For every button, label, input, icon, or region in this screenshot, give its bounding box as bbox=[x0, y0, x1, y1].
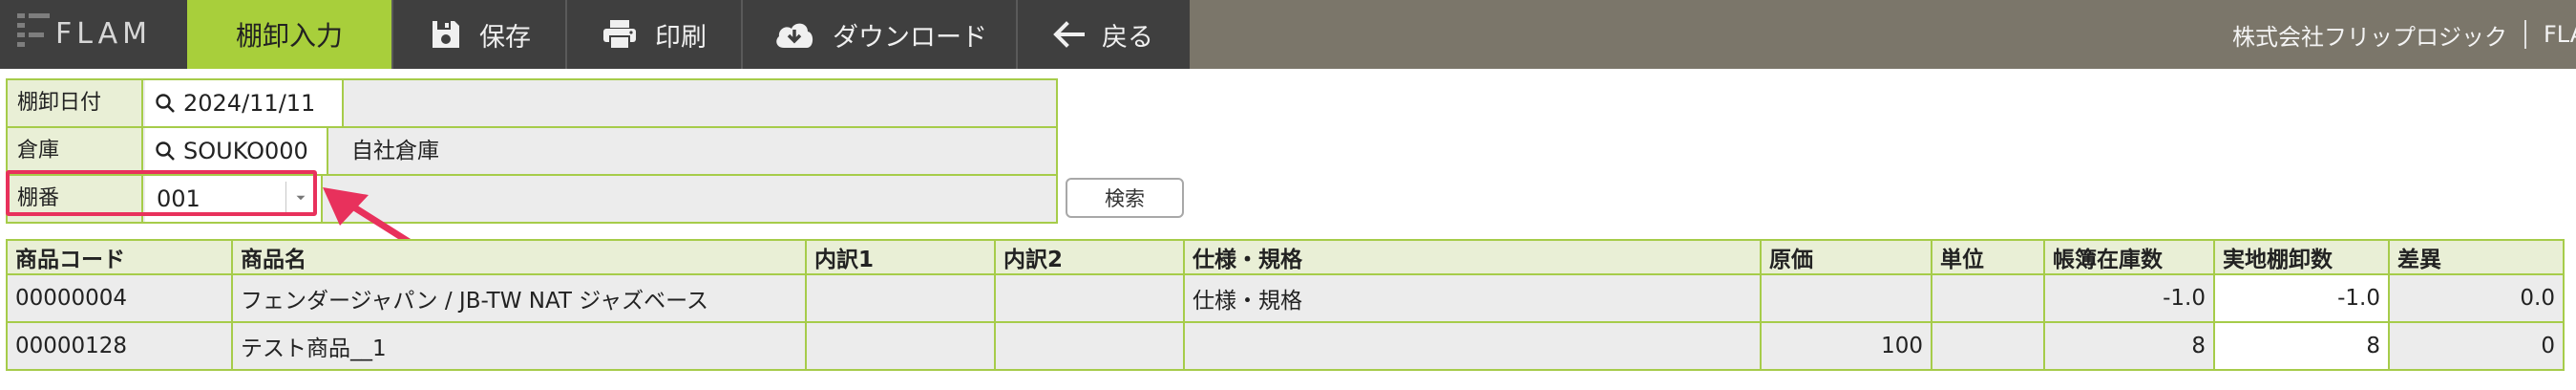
col-header[interactable]: 商品名 bbox=[231, 239, 807, 275]
warehouse-code: SOUKO000 bbox=[183, 138, 308, 164]
printer-icon bbox=[603, 20, 636, 50]
company-divider bbox=[2524, 20, 2526, 49]
difference-cell: 0 bbox=[2388, 321, 2565, 371]
unit-cell bbox=[1931, 321, 2045, 371]
cloud-download-icon bbox=[776, 23, 813, 48]
breakdown1-cell bbox=[805, 321, 996, 371]
date-value: 2024/11/11 bbox=[183, 90, 316, 117]
inventory-table: 商品コード 商品名 内訳1 内訳2 仕様・規格 原価 単位 帳簿在庫数 実地棚卸… bbox=[6, 239, 2565, 371]
col-header[interactable]: 帳簿在庫数 bbox=[2043, 239, 2215, 275]
search-icon[interactable] bbox=[155, 93, 176, 114]
logo-text: FLAM bbox=[55, 17, 153, 51]
product-name-cell: テスト商品__1 bbox=[231, 321, 807, 371]
col-header[interactable]: 差異 bbox=[2388, 239, 2565, 275]
company-name: 株式会社フリップロジック bbox=[2232, 23, 2507, 51]
col-header[interactable]: 商品コード bbox=[6, 239, 233, 275]
book-stock-cell: -1.0 bbox=[2043, 273, 2215, 323]
print-button-label: 印刷 bbox=[655, 22, 707, 53]
spec-cell: 仕様・規格 bbox=[1183, 273, 1762, 323]
search-form: 棚卸日付 2024/11/11 倉庫 SOUKO000 自社倉庫 棚番 001 bbox=[6, 78, 1058, 224]
download-button[interactable]: ダウンロード bbox=[741, 0, 1016, 69]
save-button-label: 保存 bbox=[479, 22, 531, 53]
spec-cell bbox=[1183, 321, 1762, 371]
save-button[interactable]: 保存 bbox=[391, 0, 565, 69]
col-header[interactable]: 仕様・規格 bbox=[1183, 239, 1762, 275]
book-stock-cell: 8 bbox=[2043, 321, 2215, 371]
rack-label: 棚番 bbox=[8, 176, 143, 222]
dropdown-toggle[interactable] bbox=[285, 182, 313, 214]
rack-value: 001 bbox=[157, 185, 201, 212]
arrow-left-icon bbox=[1053, 21, 1085, 48]
breakdown2-cell bbox=[994, 273, 1185, 323]
company-extra: FLA bbox=[2544, 21, 2576, 48]
product-code-cell: 00000128 bbox=[6, 321, 233, 371]
product-code-cell: 00000004 bbox=[6, 273, 233, 323]
company-info: 株式会社フリップロジック FLA bbox=[2232, 0, 2576, 69]
table-header-row: 商品コード 商品名 内訳1 内訳2 仕様・規格 原価 単位 帳簿在庫数 実地棚卸… bbox=[6, 239, 2565, 275]
col-header[interactable]: 内訳1 bbox=[805, 239, 996, 275]
form-row-rack: 棚番 001 bbox=[8, 176, 1056, 222]
product-name-cell: フェンダージャパン / JB-TW NAT ジャズベース bbox=[231, 273, 807, 323]
date-label: 棚卸日付 bbox=[8, 80, 143, 126]
rack-select[interactable]: 001 bbox=[145, 176, 323, 222]
col-header[interactable]: 内訳2 bbox=[994, 239, 1185, 275]
col-header[interactable]: 原価 bbox=[1760, 239, 1932, 275]
form-row-warehouse: 倉庫 SOUKO000 自社倉庫 bbox=[8, 128, 1056, 176]
search-button[interactable]: 検索 bbox=[1066, 178, 1184, 218]
tab-stocktake-entry[interactable]: 棚卸入力 bbox=[187, 0, 391, 69]
back-button-label: 戻る bbox=[1102, 22, 1153, 53]
chevron-down-icon bbox=[296, 195, 306, 201]
col-header[interactable]: 実地棚卸数 bbox=[2213, 239, 2390, 275]
back-button[interactable]: 戻る bbox=[1016, 0, 1190, 69]
floppy-disk-icon bbox=[433, 21, 459, 48]
breakdown1-cell bbox=[805, 273, 996, 323]
warehouse-label: 倉庫 bbox=[8, 128, 143, 174]
cost-cell: 100 bbox=[1760, 321, 1932, 371]
logo-mark-icon bbox=[17, 13, 50, 47]
table-row[interactable]: 00000128 テスト商品__1 100 8 8 0 bbox=[6, 321, 2565, 371]
unit-cell bbox=[1931, 273, 2045, 323]
search-icon[interactable] bbox=[155, 141, 176, 162]
actual-count-input[interactable]: 8 bbox=[2213, 321, 2390, 371]
warehouse-field[interactable]: SOUKO000 bbox=[145, 128, 328, 174]
cost-cell bbox=[1760, 273, 1932, 323]
table-row[interactable]: 00000004 フェンダージャパン / JB-TW NAT ジャズベース 仕様… bbox=[6, 273, 2565, 323]
difference-cell: 0.0 bbox=[2388, 273, 2565, 323]
download-button-label: ダウンロード bbox=[833, 22, 987, 53]
top-bar: FLAM 棚卸入力 保存 印刷 ダウンロード 戻る 株式会社フリップロジック F… bbox=[0, 0, 2576, 69]
warehouse-name: 自社倉庫 bbox=[351, 139, 439, 163]
app-logo: FLAM bbox=[0, 0, 187, 69]
print-button[interactable]: 印刷 bbox=[565, 0, 741, 69]
breakdown2-cell bbox=[994, 321, 1185, 371]
date-field[interactable]: 2024/11/11 bbox=[145, 80, 344, 126]
form-row-date: 棚卸日付 2024/11/11 bbox=[8, 80, 1056, 128]
col-header[interactable]: 単位 bbox=[1931, 239, 2045, 275]
actual-count-input[interactable]: -1.0 bbox=[2213, 273, 2390, 323]
